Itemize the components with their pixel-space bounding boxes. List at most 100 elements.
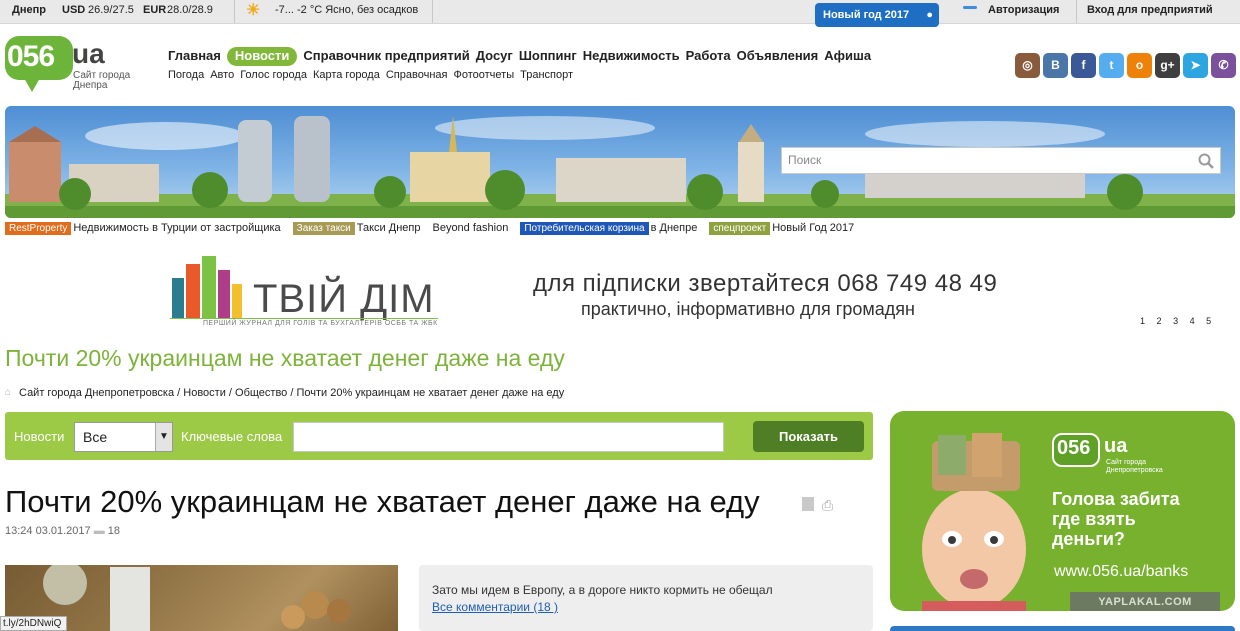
usd-label: USD [62,4,86,16]
promo-tag[interactable]: Заказ такси [292,222,355,235]
nav-item[interactable]: Работа [686,48,731,63]
promo-tag[interactable]: Потребительская корзина [520,222,649,235]
search-field[interactable]: Поиск [781,147,1221,174]
subnav-item[interactable]: Транспорт [520,69,573,81]
ad-pager: 1 2 3 4 5 [1140,316,1211,326]
pager-item[interactable]: 4 [1190,316,1195,326]
home-icon[interactable]: ⌂ [5,387,11,398]
usd-rate: 26.9/27.5 [88,4,134,16]
google-plus-icon[interactable]: g+ [1155,53,1180,78]
subnav-item[interactable]: Погода [168,69,204,81]
new-year-label: Новый год 2017 [823,9,910,21]
nav-item[interactable]: Афиша [824,48,871,63]
new-year-button[interactable]: Новый год 2017 ● [815,3,939,27]
keywords-input[interactable] [293,422,724,452]
promo-link[interactable]: Новый Год 2017 [772,222,854,234]
login-link[interactable]: Авторизация [988,0,1059,23]
promo-link[interactable]: в Днепре [651,222,698,234]
watermark: YAPLAKAL.COM [1070,592,1220,611]
twitter-icon[interactable]: t [1099,53,1124,78]
promo-link[interactable]: Недвижимость в Турции от застройщика [73,222,280,234]
nav-item[interactable]: Новости [226,47,298,66]
side-ad-url: www.056.ua/banks [1054,563,1189,580]
side-ad-line-1: Голова забита [1052,489,1180,509]
pager-item[interactable]: 5 [1206,316,1211,326]
sun-icon: ☀ [246,2,261,19]
promo-tag[interactable]: RestProperty [5,222,72,235]
nav-item[interactable]: Объявления [737,48,819,63]
side-ad-line-2: где взять [1052,509,1136,529]
page-heading: Почти 20% украинцам не хватает денег даж… [5,345,565,371]
promo-link[interactable]: Такси Днепр [357,222,421,234]
print-icon[interactable]: ⎙ [822,497,833,514]
subnav-item[interactable]: Авто [210,69,234,81]
odnoklassniki-icon[interactable]: o [1127,53,1152,78]
article-meta: 13:24 03.01.2017 ▬ 18 [5,525,120,537]
logo-number: 056 [7,40,55,73]
logo-domain: ua [72,38,105,69]
pager-item[interactable]: 3 [1173,316,1178,326]
keywords-label: Ключевые слова [181,429,283,444]
article-title: Почти 20% украинцам не хватает денег даж… [5,484,760,519]
search-icon[interactable] [1198,153,1214,169]
pager-item[interactable]: 2 [1157,316,1162,326]
ad-phone: для підписки звертайтеся 068 749 48 49 [533,270,998,297]
show-button[interactable]: Показать [753,421,864,452]
logo-tail [24,78,40,92]
promo-link[interactable]: Beyond fashion [432,222,508,234]
document-icon[interactable] [802,497,814,511]
weather-text[interactable]: -7... -2 °C Ясно, без осадков [275,0,418,23]
side-logo-domain: ua [1104,435,1128,457]
ad-tagline: практично, інформативно для громадян [581,299,915,319]
promo-links: RestProperty Недвижимость в Турции от зас… [5,222,866,235]
telegram-icon[interactable]: ➤ [1183,53,1208,78]
chevron-down-icon[interactable]: ▼ [155,423,172,451]
comment-preview: Зато мы идем в Европу, а в дороге никто … [419,565,873,631]
instagram-icon[interactable]: ◎ [1015,53,1040,78]
bank-ad[interactable]: 056 ua Сайт города Днепропетровска Голов… [890,411,1235,611]
eur-label: EUR [143,4,167,16]
top-bar: Днепр USD 26.9/27.5 EUR 28.0/28.9 ☀ -7..… [0,0,1240,24]
key-icon [963,6,977,9]
ad-divider [170,318,438,319]
buildings-logo-icon [172,256,242,318]
next-block-edge [890,626,1235,631]
side-logo-sub-2: Днепропетровска [1106,467,1163,474]
status-bar-url: t.ly/2hDNwiQ [0,616,67,631]
subnav-item[interactable]: Голос города [240,69,307,81]
side-ad-headline: Голова забита где взять деньги? [1052,489,1180,549]
side-logo: 056 [1052,433,1100,467]
category-select[interactable]: Все ▼ [74,422,173,452]
nav-item[interactable]: Главная [168,48,221,63]
site-logo[interactable]: 056 [5,36,73,80]
breadcrumb[interactable]: Сайт города Днепропетровска / Новости / … [19,387,564,399]
nav-item[interactable]: Досуг [476,48,513,63]
sub-navigation: Погода Авто Голос города Карта города Справо… [168,69,579,81]
pager-item[interactable]: 1 [1140,316,1145,326]
subnav-item[interactable]: Фотоотчеты [453,69,514,81]
side-ad-line-3: деньги? [1052,529,1125,549]
viber-icon[interactable]: ✆ [1211,53,1236,78]
eur-rate: 28.0/28.9 [167,4,213,16]
ornament-icon: ● [926,9,933,21]
enterprise-login-link[interactable]: Вход для предприятий [1087,0,1213,23]
article-time: 13:24 [5,525,33,537]
promo-tag[interactable]: спецпроект [709,222,771,235]
article-date: 03.01.2017 [35,525,91,537]
city-name[interactable]: Днепр [12,0,46,23]
news-label: Новости [14,429,65,444]
all-comments-link[interactable]: Все комментарии (18 ) [432,600,558,614]
nav-item[interactable]: Шоппинг [519,48,577,63]
nav-item[interactable]: Справочник предприятий [303,48,469,63]
search-placeholder: Поиск [788,153,822,167]
ad-person-illustration [922,433,1026,611]
main-navigation: Главная Новости Справочник предприятий Досу… [168,47,877,66]
facebook-icon[interactable]: f [1071,53,1096,78]
subnav-item[interactable]: Справочная [386,69,448,81]
ad-brand: ТВІЙ ДІМ [253,277,435,321]
vk-icon[interactable]: B [1043,53,1068,78]
comments-icon: ▬ [93,525,105,537]
subnav-item[interactable]: Карта города [313,69,380,81]
comments-count[interactable]: 18 [108,525,120,537]
nav-item[interactable]: Недвижимость [583,48,680,63]
